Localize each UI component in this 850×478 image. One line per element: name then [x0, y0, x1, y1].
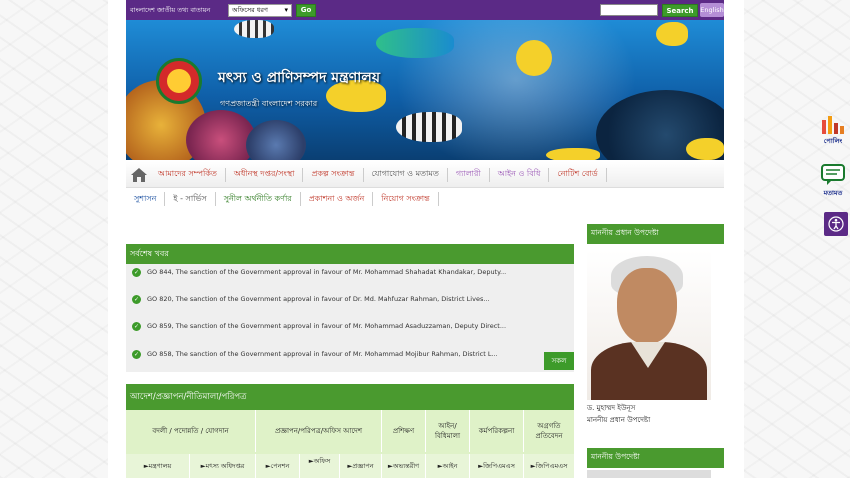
news-item-text: GO 844, The sanction of the Government a…	[147, 268, 507, 276]
latest-news-list: ✓ GO 844, The sanction of the Government…	[126, 264, 574, 372]
chief-adviser-name[interactable]: ড. মুহাম্মদ ইউনূস	[587, 402, 635, 414]
orders-link[interactable]: ►অফিস	[300, 454, 340, 478]
adviser-portrait-preview	[587, 470, 711, 478]
nav-blue-economy[interactable]: সুনীল অর্থনীতি কর্ণার	[216, 192, 301, 206]
accessibility-button[interactable]	[824, 212, 848, 236]
orders-link[interactable]: ►জিপিএমএস	[524, 454, 574, 478]
fish-decoration	[686, 138, 724, 160]
nav-notice-board[interactable]: নোটিশ বোর্ড	[549, 167, 607, 182]
check-icon: ✓	[132, 294, 141, 304]
search-button[interactable]: Search	[662, 4, 698, 17]
polling-label: পোলিং	[823, 137, 843, 145]
adviser-heading: মাননীয় উপদেষ্টা	[587, 448, 724, 468]
opinion-widget[interactable]: মতামত	[821, 164, 845, 199]
orders-link[interactable]: ►জিপিএমএস	[470, 454, 524, 478]
news-item-text: GO 859, The sanction of the Government a…	[147, 322, 507, 330]
fish-decoration	[546, 148, 600, 160]
orders-header-training: প্রশিক্ষণ	[382, 410, 426, 452]
orders-header-laws: আইন/ বিধিমালা	[426, 410, 470, 452]
home-icon	[131, 167, 147, 182]
news-item-text: GO 858, The sanction of the Government a…	[147, 350, 498, 358]
bar-chart-icon	[822, 116, 844, 134]
ministry-title: মৎস্য ও প্রাণিসম্পদ মন্ত্রণালয়	[218, 70, 380, 86]
orders-link[interactable]: ►মৎস্য অধিদপ্তর	[190, 454, 256, 478]
check-icon: ✓	[132, 267, 141, 277]
top-bar: বাংলাদেশ জাতীয় তথ্য বাতায়ন অফিসের ধরণ …	[126, 0, 724, 20]
go-button[interactable]: Go	[296, 3, 316, 17]
nav-about[interactable]: আমাদের সম্পর্কিত	[150, 167, 226, 182]
orders-header-notification: প্রজ্ঞাপন/পরিপত্র/অফিস আদেশ	[256, 410, 382, 452]
orders-header-transfer: বদলী / পদোন্নতি / যোগদান	[126, 410, 256, 452]
fish-decoration	[396, 112, 462, 142]
orders-link[interactable]: ►মন্ত্রণালয়	[126, 454, 190, 478]
chief-adviser-portrait[interactable]	[587, 250, 711, 400]
home-button[interactable]	[128, 164, 150, 186]
chief-adviser-heading: মাননীয় প্রধান উপদেষ্টা	[587, 224, 724, 244]
fish-decoration	[376, 28, 454, 58]
accessibility-icon	[828, 216, 844, 232]
fish-decoration	[656, 22, 688, 46]
portrait-face	[617, 268, 677, 344]
coral-decoration	[186, 110, 256, 160]
orders-link[interactable]: ►প্রজ্ঞাপন	[340, 454, 382, 478]
check-icon: ✓	[132, 321, 141, 331]
news-item[interactable]: ✓ GO 820, The sanction of the Government…	[132, 293, 562, 305]
fish-decoration	[516, 40, 552, 76]
nav-subordinate-offices[interactable]: অধীনস্থ দপ্তর/সংস্থা	[226, 167, 304, 182]
english-button[interactable]: English	[700, 3, 724, 17]
nav-projects[interactable]: প্রকল্প সংক্রান্ত	[303, 167, 364, 182]
search-input[interactable]	[600, 4, 658, 16]
opinion-label: মতামত	[823, 189, 843, 197]
government-subtitle: গণপ্রজাতন্ত্রী বাংলাদেশ সরকার	[220, 99, 318, 108]
orders-link[interactable]: ►অভ্যন্তরীণ	[382, 454, 426, 478]
fish-decoration	[234, 20, 274, 38]
office-select-value: অফিসের ধরণ	[232, 5, 268, 14]
latest-news-heading: সর্বশেষ খবর	[126, 244, 574, 264]
chevron-down-icon: ▾	[284, 5, 288, 14]
office-type-select[interactable]: অফিসের ধরণ ▾	[228, 3, 292, 17]
nav-gallery[interactable]: গ্যালারী	[448, 167, 490, 182]
nav-publications[interactable]: প্রকাশনা ও অর্জন	[301, 192, 374, 206]
news-item[interactable]: ✓ GO 858, The sanction of the Government…	[132, 348, 562, 360]
news-item-text: GO 820, The sanction of the Government a…	[147, 295, 490, 303]
news-item[interactable]: ✓ GO 844, The sanction of the Government…	[132, 266, 562, 278]
nav-contact[interactable]: যোগাযোগ ও মতামত	[364, 167, 448, 182]
chief-adviser-title: মাননীয় প্রধান উপদেষ্টা	[587, 416, 651, 424]
orders-header-workplan: কর্মপরিকল্পনা	[470, 410, 524, 452]
nav-laws[interactable]: আইন ও বিধি	[490, 167, 550, 182]
main-nav: আমাদের সম্পর্কিত অধীনস্থ দপ্তর/সংস্থা প্…	[126, 162, 724, 188]
nav-governance[interactable]: সুশাসন	[126, 192, 166, 206]
orders-heading: আদেশ/প্রজ্ঞাপন/নীতিমালা/পরিপত্র	[126, 384, 574, 410]
orders-header-progress: অগ্রগতি প্রতিবেদন	[535, 421, 563, 441]
news-item[interactable]: ✓ GO 859, The sanction of the Government…	[132, 320, 562, 332]
all-news-button[interactable]: সকল	[544, 352, 574, 370]
nav-recruitment[interactable]: নিয়োগ সংক্রান্ত	[373, 192, 439, 206]
coral-decoration	[246, 120, 306, 160]
nav-e-service[interactable]: ই - সার্ভিস	[165, 192, 216, 206]
chat-bubble-icon	[821, 164, 845, 185]
government-emblem[interactable]	[156, 58, 202, 104]
orders-table: বদলী / পদোন্নতি / যোগদান প্রজ্ঞাপন/পরিপত…	[126, 410, 574, 478]
orders-link[interactable]: ►পেনশন	[256, 454, 300, 478]
polling-widget[interactable]: পোলিং	[821, 114, 845, 147]
portal-name[interactable]: বাংলাদেশ জাতীয় তথ্য বাতায়ন	[130, 5, 228, 16]
orders-link[interactable]: ►আইন	[426, 454, 470, 478]
check-icon: ✓	[132, 349, 141, 359]
secondary-nav: সুশাসন ই - সার্ভিস সুনীল অর্থনীতি কর্ণার…	[126, 188, 724, 210]
emblem-center	[167, 69, 191, 93]
header-banner: মৎস্য ও প্রাণিসম্পদ মন্ত্রণালয় গণপ্রজাত…	[126, 20, 724, 160]
